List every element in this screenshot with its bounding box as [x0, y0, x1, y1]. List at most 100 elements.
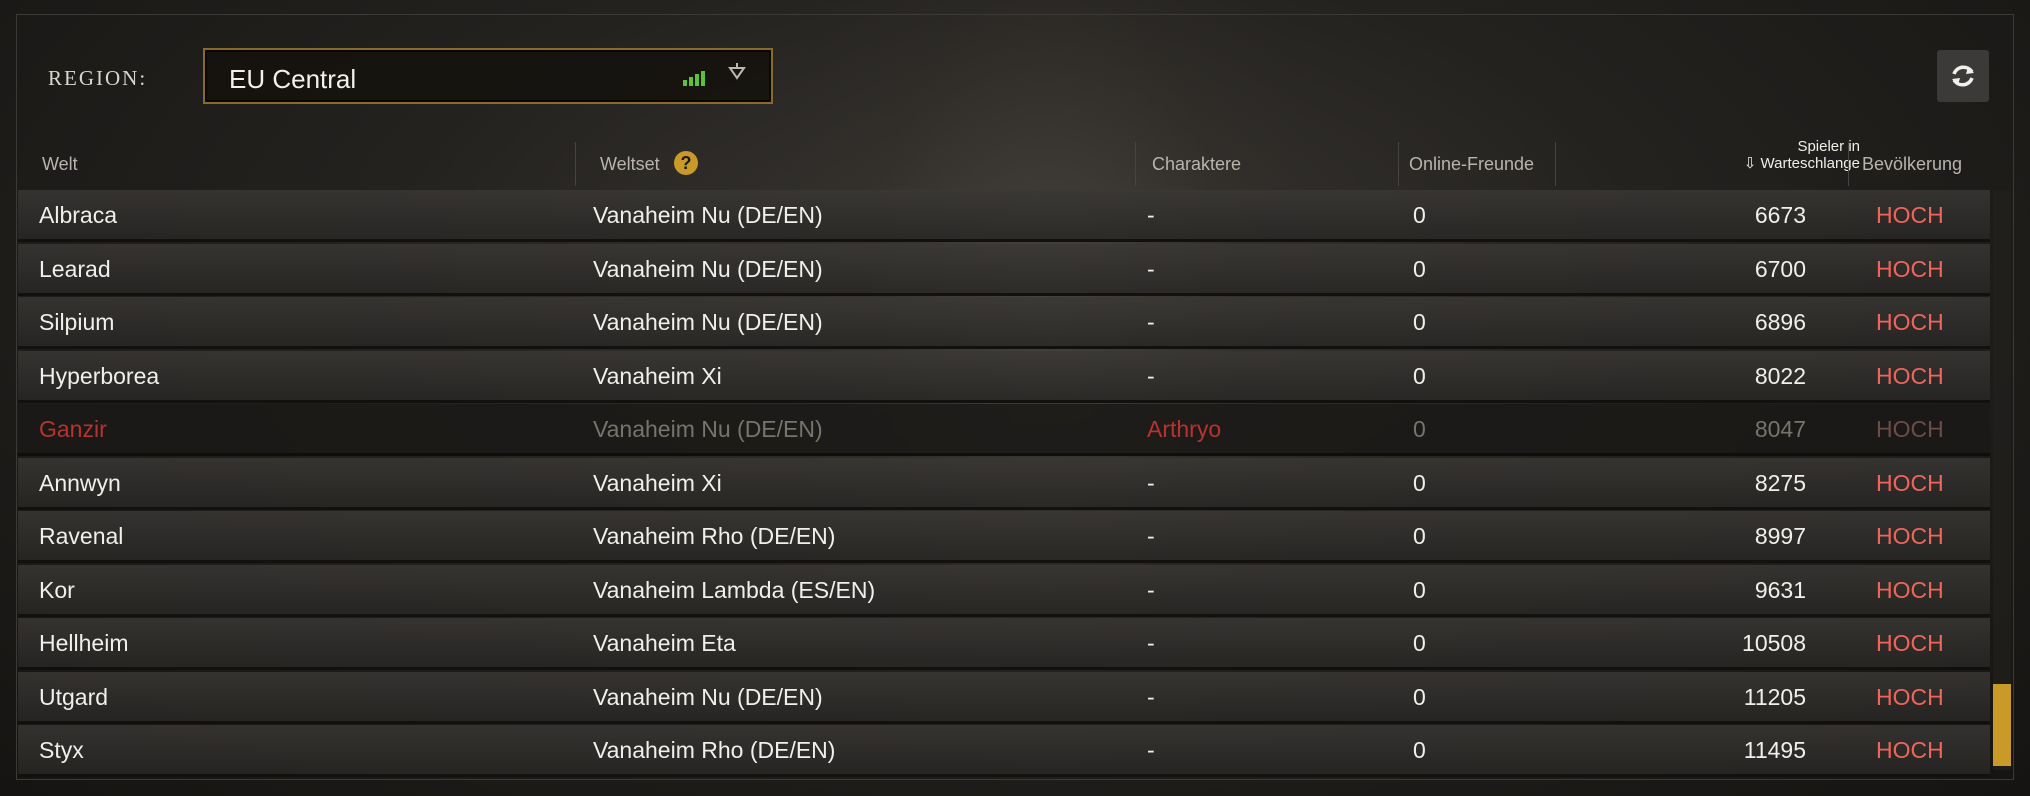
queue-count: 11495	[1743, 737, 1806, 763]
table-header: Welt Weltset ? Charaktere Online-Freunde…	[18, 138, 2008, 186]
region-dropdown[interactable]: EU Central	[203, 48, 773, 104]
column-header-worldset[interactable]: Weltset	[600, 154, 660, 175]
queue-count: 8997	[1754, 523, 1806, 549]
online-friends-count: 0	[1413, 309, 1426, 335]
online-friends-count: 0	[1413, 683, 1426, 710]
scrollbar[interactable]	[1993, 190, 2011, 770]
world-name: Silpium	[39, 309, 115, 335]
queue-count: 9631	[1754, 576, 1806, 603]
world-name: Hyperborea	[39, 362, 160, 389]
table-row[interactable]: Hyperborea Vanaheim Xi - 0 8022 HOCH	[18, 350, 1990, 403]
worldset-name: Vanaheim Rho (DE/EN)	[593, 523, 836, 549]
table-row[interactable]: Ravenal Vanaheim Rho (DE/EN) - 0 8997 HOCH	[18, 511, 1990, 563]
table-row[interactable]: Styx Vanaheim Rho (DE/EN) - 0 11495 HOCH	[18, 725, 1990, 777]
world-name: Hellheim	[39, 630, 129, 656]
table-row[interactable]: Kor Vanaheim Lambda (ES/EN) - 0 9631 HOCH	[18, 564, 1990, 617]
column-divider	[1848, 142, 1849, 186]
table-row[interactable]: Ganzir Vanaheim Nu (DE/EN) Arthryo 0 8047 HOC…	[18, 404, 1990, 456]
worldset-name: Vanaheim Xi	[593, 469, 722, 496]
help-icon[interactable]: ?	[674, 151, 698, 175]
character-name: -	[1147, 630, 1155, 656]
worldset-name: Vanaheim Nu (DE/EN)	[593, 683, 823, 710]
world-name: Albraca	[39, 202, 117, 228]
world-name: Ravenal	[39, 523, 124, 549]
region-label: REGION:	[48, 66, 148, 90]
world-name: Learad	[39, 255, 111, 282]
population-status: HOCH	[1876, 469, 1944, 496]
online-friends-count: 0	[1413, 523, 1426, 549]
character-name: Arthryo	[1147, 416, 1222, 442]
table-row[interactable]: Annwyn Vanaheim Xi - 0 8275 HOCH	[18, 457, 1990, 510]
character-name: -	[1147, 683, 1155, 710]
refresh-icon	[1952, 65, 1974, 87]
worldset-name: Vanaheim Nu (DE/EN)	[593, 202, 823, 228]
column-header-world[interactable]: Welt	[42, 154, 78, 175]
column-header-characters[interactable]: Charaktere	[1152, 154, 1241, 175]
worldset-name: Vanaheim Eta	[593, 630, 736, 656]
world-name: Kor	[39, 576, 75, 603]
queue-count: 8047	[1754, 416, 1806, 442]
scrollbar-thumb[interactable]	[1993, 684, 2011, 766]
column-divider	[1135, 142, 1136, 186]
table-row[interactable]: Utgard Vanaheim Nu (DE/EN) - 0 11205 HOCH	[18, 671, 1990, 724]
worldset-name: Vanaheim Rho (DE/EN)	[593, 737, 836, 763]
region-selected-value: EU Central	[229, 64, 357, 94]
column-header-population[interactable]: Bevölkerung	[1862, 154, 1962, 175]
online-friends-count: 0	[1413, 469, 1426, 496]
online-friends-count: 0	[1413, 630, 1426, 656]
sort-down-icon: ⇩	[1743, 155, 1757, 172]
column-header-online-friends[interactable]: Online-Freunde	[1409, 154, 1534, 175]
world-name: Annwyn	[39, 469, 121, 496]
column-divider	[1555, 142, 1556, 186]
character-name: -	[1147, 202, 1155, 228]
character-name: -	[1147, 523, 1155, 549]
queue-count: 6700	[1754, 255, 1806, 282]
table-row[interactable]: Silpium Vanaheim Nu (DE/EN) - 0 6896 HOCH	[18, 297, 1990, 349]
character-name: -	[1147, 309, 1155, 335]
population-status: HOCH	[1876, 523, 1944, 549]
chevron-down-icon	[727, 62, 747, 90]
world-name: Styx	[39, 737, 84, 763]
population-status: HOCH	[1876, 309, 1944, 335]
refresh-button[interactable]	[1937, 50, 1989, 102]
online-friends-count: 0	[1413, 576, 1426, 603]
population-status: HOCH	[1876, 202, 1944, 228]
population-status: HOCH	[1876, 255, 1944, 282]
population-status: HOCH	[1876, 737, 1944, 763]
column-divider	[575, 142, 576, 186]
queue-header-line1: Spieler in	[1797, 138, 1860, 155]
table-row[interactable]: Hellheim Vanaheim Eta - 0 10508 HOCH	[18, 618, 1990, 670]
character-name: -	[1147, 576, 1155, 603]
character-name: -	[1147, 362, 1155, 389]
population-status: HOCH	[1876, 630, 1944, 656]
queue-count: 8022	[1754, 362, 1806, 389]
table-row[interactable]: Learad Vanaheim Nu (DE/EN) - 0 6700 HOCH	[18, 243, 1990, 296]
queue-count: 10508	[1742, 630, 1806, 656]
table-row[interactable]: Albraca Vanaheim Nu (DE/EN) - 0 6673 HOCH	[18, 190, 1990, 242]
character-name: -	[1147, 255, 1155, 282]
population-status: HOCH	[1876, 416, 1944, 442]
column-divider	[1398, 142, 1399, 186]
population-status: HOCH	[1876, 683, 1944, 710]
online-friends-count: 0	[1413, 202, 1426, 228]
queue-header-line2: Warteschlange	[1760, 155, 1861, 172]
world-name: Ganzir	[39, 416, 107, 442]
worldset-name: Vanaheim Lambda (ES/EN)	[593, 576, 876, 603]
queue-count: 6896	[1754, 309, 1806, 335]
character-name: -	[1147, 737, 1155, 763]
worldset-name: Vanaheim Nu (DE/EN)	[593, 255, 823, 282]
population-status: HOCH	[1876, 576, 1944, 603]
online-friends-count: 0	[1413, 416, 1426, 442]
character-name: -	[1147, 469, 1155, 496]
signal-strength-icon	[683, 70, 707, 86]
online-friends-count: 0	[1413, 737, 1426, 763]
queue-count: 11205	[1743, 683, 1806, 710]
world-name: Utgard	[39, 683, 109, 710]
online-friends-count: 0	[1413, 362, 1426, 389]
worldset-name: Vanaheim Nu (DE/EN)	[593, 309, 823, 335]
column-header-queue[interactable]: Spieler in ⇩ Warteschlange	[1718, 138, 1860, 172]
worldset-name: Vanaheim Xi	[593, 362, 722, 389]
queue-count: 8275	[1754, 469, 1806, 496]
population-status: HOCH	[1876, 362, 1944, 389]
queue-count: 6673	[1754, 202, 1806, 228]
